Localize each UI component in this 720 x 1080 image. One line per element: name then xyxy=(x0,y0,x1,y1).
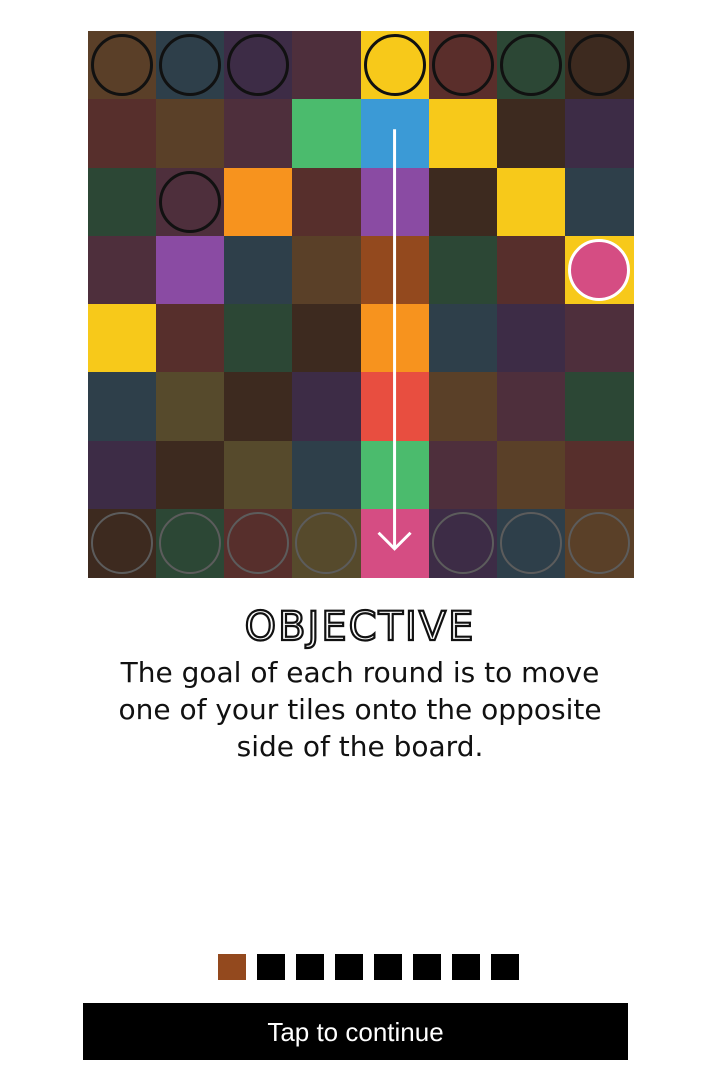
page-dot xyxy=(335,954,363,980)
board-tile[interactable] xyxy=(88,372,157,441)
opponent-home-slot[interactable] xyxy=(567,34,630,97)
player-home-slot[interactable] xyxy=(567,511,630,574)
player-home-slot[interactable] xyxy=(159,511,222,574)
board-tile[interactable] xyxy=(156,372,225,441)
board-tile[interactable] xyxy=(360,440,430,510)
board-tile[interactable] xyxy=(496,167,566,237)
player-home-slot[interactable] xyxy=(499,511,562,574)
board-tile[interactable] xyxy=(156,440,225,510)
board-tile[interactable] xyxy=(496,235,566,305)
board-tile[interactable] xyxy=(360,235,430,305)
game-board[interactable] xyxy=(88,31,634,578)
board-tile[interactable] xyxy=(564,372,634,441)
page-title: OBJECTIVE xyxy=(0,604,720,650)
board-tile[interactable] xyxy=(360,99,430,168)
objective-heading: OBJECTIVE xyxy=(244,604,476,650)
board-tile[interactable] xyxy=(428,304,498,373)
board-tile[interactable] xyxy=(292,304,361,373)
board-tile[interactable] xyxy=(564,304,634,373)
board-tile[interactable] xyxy=(292,440,361,510)
board-tile[interactable] xyxy=(156,304,225,373)
board-tile[interactable] xyxy=(88,440,157,510)
page-dot xyxy=(218,954,246,980)
opponent-home-slot[interactable] xyxy=(91,34,154,97)
page-dot xyxy=(374,954,402,980)
board-tile[interactable] xyxy=(496,99,566,168)
opponent-home-slot[interactable] xyxy=(159,170,222,233)
player-home-slot[interactable] xyxy=(91,511,154,574)
board-tile[interactable] xyxy=(360,508,430,578)
board-tile[interactable] xyxy=(496,440,566,510)
board-tile[interactable] xyxy=(156,235,225,305)
board-tile[interactable] xyxy=(292,31,361,100)
page-indicator xyxy=(218,954,519,980)
board-tile[interactable] xyxy=(564,99,634,168)
board-tile[interactable] xyxy=(88,99,157,168)
board-tile[interactable] xyxy=(360,304,430,373)
board-tile[interactable] xyxy=(292,235,361,305)
board-tile[interactable] xyxy=(360,372,430,441)
opponent-home-slot[interactable] xyxy=(499,34,562,97)
board-tile[interactable] xyxy=(88,167,157,237)
board-tile[interactable] xyxy=(428,235,498,305)
opponent-home-slot[interactable] xyxy=(159,34,222,97)
board-tile[interactable] xyxy=(564,167,634,237)
board-tile[interactable] xyxy=(88,304,157,373)
player-home-slot[interactable] xyxy=(227,511,290,574)
board-tile[interactable] xyxy=(224,235,293,305)
board-tile[interactable] xyxy=(292,372,361,441)
board-tile[interactable] xyxy=(224,304,293,373)
board-tile[interactable] xyxy=(360,167,430,237)
board-tile[interactable] xyxy=(428,440,498,510)
page-dot xyxy=(257,954,285,980)
player-home-slot[interactable] xyxy=(295,511,358,574)
svg-text:OBJECTIVE: OBJECTIVE xyxy=(245,604,476,650)
board-tile[interactable] xyxy=(496,372,566,441)
board-tile[interactable] xyxy=(428,372,498,441)
board-tile[interactable] xyxy=(428,167,498,237)
board-tile[interactable] xyxy=(224,440,293,510)
board-tile[interactable] xyxy=(88,235,157,305)
board-tile[interactable] xyxy=(292,99,361,168)
player-piece[interactable] xyxy=(567,238,630,301)
board-tile[interactable] xyxy=(224,99,293,168)
opponent-home-slot[interactable] xyxy=(227,34,290,97)
board-tile[interactable] xyxy=(292,167,361,237)
continue-button[interactable]: Tap to continue xyxy=(83,1003,628,1060)
player-home-slot[interactable] xyxy=(431,511,494,574)
page-dot xyxy=(296,954,324,980)
opponent-home-slot[interactable] xyxy=(431,34,494,97)
opponent-home-slot[interactable] xyxy=(363,34,426,97)
board-tile[interactable] xyxy=(564,440,634,510)
board-tile[interactable] xyxy=(156,99,225,168)
board-tile[interactable] xyxy=(224,372,293,441)
description-text: The goal of each round is to move one of… xyxy=(118,656,602,763)
board-tile[interactable] xyxy=(496,304,566,373)
board-tile[interactable] xyxy=(224,167,293,237)
page-dot xyxy=(413,954,441,980)
board-tile[interactable] xyxy=(428,99,498,168)
page-dot xyxy=(452,954,480,980)
page-dot xyxy=(491,954,519,980)
